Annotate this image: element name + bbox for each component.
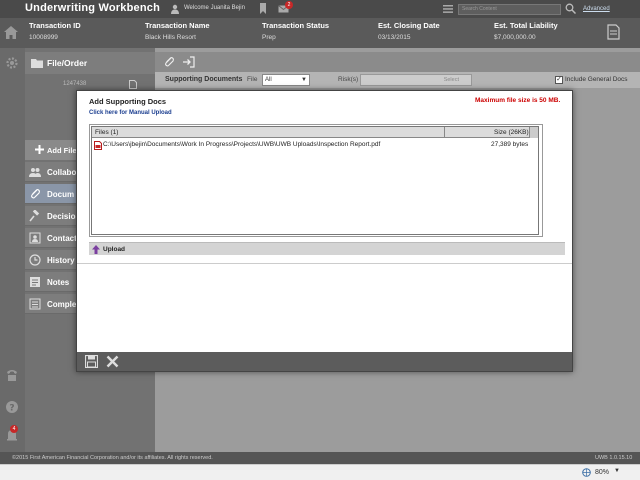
documents-filter-bar: Supporting Documents File All ▼ Risk(s) … — [155, 72, 640, 88]
list-view-icon[interactable] — [443, 5, 453, 13]
save-icon[interactable] — [85, 355, 98, 368]
closing-date-label: Est. Closing Date — [378, 21, 440, 30]
browser-status-bar: 80% ▼ — [0, 464, 640, 480]
file-drop-area[interactable]: Files (1) Size (26KB) C:\Users\jbejin\Do… — [89, 124, 543, 237]
sidebar-header-label: File/Order — [47, 58, 88, 68]
transaction-status-label: Transaction Status — [262, 21, 330, 30]
app-title: Underwriting Workbench — [25, 2, 160, 14]
sidebar-item-label: Collabo — [47, 168, 77, 177]
phone-icon[interactable] — [5, 368, 19, 382]
copyright-text: ©2015 First American Financial Corporati… — [12, 455, 213, 461]
gavel-icon — [29, 210, 40, 222]
size-column-header: Size (26KB) — [494, 129, 529, 136]
notes-icon — [30, 277, 40, 287]
documents-toolbar — [155, 52, 640, 72]
sidebar-header[interactable]: File/Order — [25, 52, 155, 74]
transaction-status-value: Prep — [262, 34, 276, 41]
pdf-icon — [94, 141, 102, 150]
dialog-title: Add Supporting Docs — [89, 97, 167, 106]
order-number: 1247438 — [63, 81, 87, 87]
version-text: UWB 1.0.15.10 — [595, 455, 633, 461]
clock-icon — [29, 254, 41, 266]
closing-date-value: 03/13/2015 — [378, 34, 411, 41]
supporting-documents-title: Supporting Documents — [165, 76, 243, 83]
zoom-level[interactable]: 80% — [595, 469, 609, 476]
file-filter-value: All — [265, 77, 272, 83]
home-icon[interactable] — [4, 26, 18, 39]
welcome-text: Welcome Juanita Bejin — [184, 5, 245, 11]
search-icon[interactable] — [565, 3, 576, 14]
file-filter-select[interactable]: All ▼ — [262, 74, 310, 86]
header-filler — [529, 127, 538, 138]
table-row[interactable]: C:\Users\jbejin\Documents\Work In Progre… — [92, 140, 538, 150]
sidebar-item-label: Docum — [47, 190, 75, 199]
sidebar-item-label: History — [47, 256, 75, 265]
max-file-size-notice: Maximum file size is 50 MB. — [475, 97, 561, 104]
folder-icon — [31, 59, 43, 68]
file-filter-label: File — [247, 76, 258, 83]
close-icon[interactable] — [106, 355, 119, 368]
transaction-header: Transaction ID 10008999 Transaction Name… — [0, 18, 640, 48]
user-icon — [171, 4, 179, 14]
plus-icon — [35, 145, 44, 154]
include-general-docs-checkbox[interactable]: ✓ — [555, 76, 563, 84]
zoom-icon — [582, 468, 591, 477]
order-doc-icon[interactable] — [129, 80, 137, 89]
sidebar-item-label: Decisio — [47, 212, 76, 221]
file-size: 27,389 bytes — [491, 141, 529, 148]
upload-button[interactable]: Upload — [89, 242, 565, 255]
total-liability-value: $7,000,000.00 — [494, 34, 536, 41]
dialog-footer — [77, 352, 572, 371]
transaction-id-col: Transaction ID 10008999 — [29, 21, 81, 41]
add-file-label: Add File — [47, 146, 77, 155]
include-general-docs-label: Include General Docs — [565, 76, 628, 83]
file-path: C:\Users\jbejin\Documents\Work In Progre… — [103, 141, 381, 148]
bookmark-icon[interactable] — [259, 3, 267, 14]
total-liability-label: Est. Total Liability — [494, 21, 558, 30]
mail-count-badge: 2 — [285, 1, 293, 9]
search-input[interactable]: Search Content — [458, 4, 561, 15]
closing-date-col: Est. Closing Date 03/13/2015 — [378, 21, 440, 41]
status-bar: ©2015 First American Financial Corporati… — [0, 452, 640, 464]
total-liability-col: Est. Total Liability $7,000,000.00 — [494, 21, 558, 41]
gear-icon[interactable] — [5, 56, 19, 70]
column-divider — [444, 127, 445, 138]
transaction-status-col: Transaction Status Prep — [262, 21, 329, 41]
contact-icon — [29, 232, 41, 244]
files-table-header: Files (1) Size (26KB) — [92, 127, 538, 138]
risk-filter-select[interactable]: Select — [360, 74, 472, 86]
advanced-search-link[interactable]: Advanced — [583, 6, 610, 12]
transaction-name-col: Transaction Name Black Hills Resort — [145, 21, 210, 41]
chevron-down-icon[interactable]: ▼ — [614, 468, 620, 474]
chevron-down-icon: ▼ — [301, 77, 307, 83]
top-bar: Underwriting Workbench Welcome Juanita B… — [0, 0, 640, 18]
upload-arrow-icon — [92, 245, 100, 254]
manual-upload-link[interactable]: Click here for Manual Upload — [89, 110, 172, 116]
upload-label: Upload — [103, 246, 126, 253]
sidebar-item-label: Contact — [47, 234, 77, 243]
transaction-id-label: Transaction ID — [29, 21, 81, 30]
add-supporting-docs-dialog: Add Supporting Docs Maximum file size is… — [76, 90, 573, 372]
people-icon — [29, 168, 41, 177]
divider — [77, 263, 572, 264]
attach-icon[interactable] — [163, 56, 175, 68]
left-rail: ? 4 — [0, 48, 25, 452]
notification-count-badge: 4 — [10, 425, 18, 433]
risk-filter-label: Risk(s) — [338, 76, 359, 83]
transaction-name-value: Black Hills Resort — [145, 34, 196, 41]
svg-text:?: ? — [9, 404, 14, 414]
sidebar-item-label: Notes — [47, 278, 70, 287]
files-table: Files (1) Size (26KB) C:\Users\jbejin\Do… — [91, 126, 539, 235]
import-icon[interactable] — [183, 56, 195, 68]
checklist-icon — [29, 298, 41, 310]
paperclip-icon — [31, 189, 40, 199]
files-column-header: Files (1) — [95, 129, 119, 136]
transaction-name-label: Transaction Name — [145, 21, 210, 30]
sidebar-item-label: Comple — [47, 300, 77, 309]
help-icon[interactable]: ? — [5, 400, 19, 414]
transaction-id-value: 10008999 — [29, 34, 58, 41]
document-summary-icon[interactable] — [607, 24, 620, 40]
